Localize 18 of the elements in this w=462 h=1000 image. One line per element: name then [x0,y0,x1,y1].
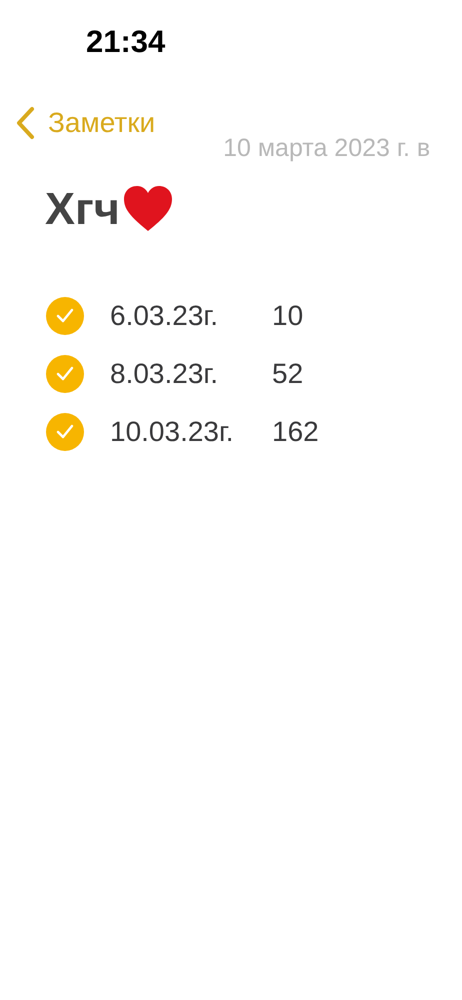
checkbox[interactable] [46,413,84,451]
item-date: 6.03.23г. [110,300,219,332]
item-value: 10 [272,300,304,332]
chevron-left-icon [14,106,36,140]
item-value: 52 [272,358,304,390]
note-date: 10 марта 2023 г. в [223,134,430,163]
item-date: 10.03.23г. [110,416,235,448]
heart-icon [122,185,174,233]
note-title: Хгч [45,183,120,235]
status-time: 21:34 [86,24,166,60]
checkbox[interactable] [46,355,84,393]
checkmark-icon [56,308,74,324]
back-button[interactable]: Заметки [14,106,156,140]
checkmark-icon [56,366,74,382]
item-date: 8.03.23г. [110,358,219,390]
checkmark-icon [56,424,74,440]
item-value: 162 [272,416,319,448]
checkbox[interactable] [46,297,84,335]
